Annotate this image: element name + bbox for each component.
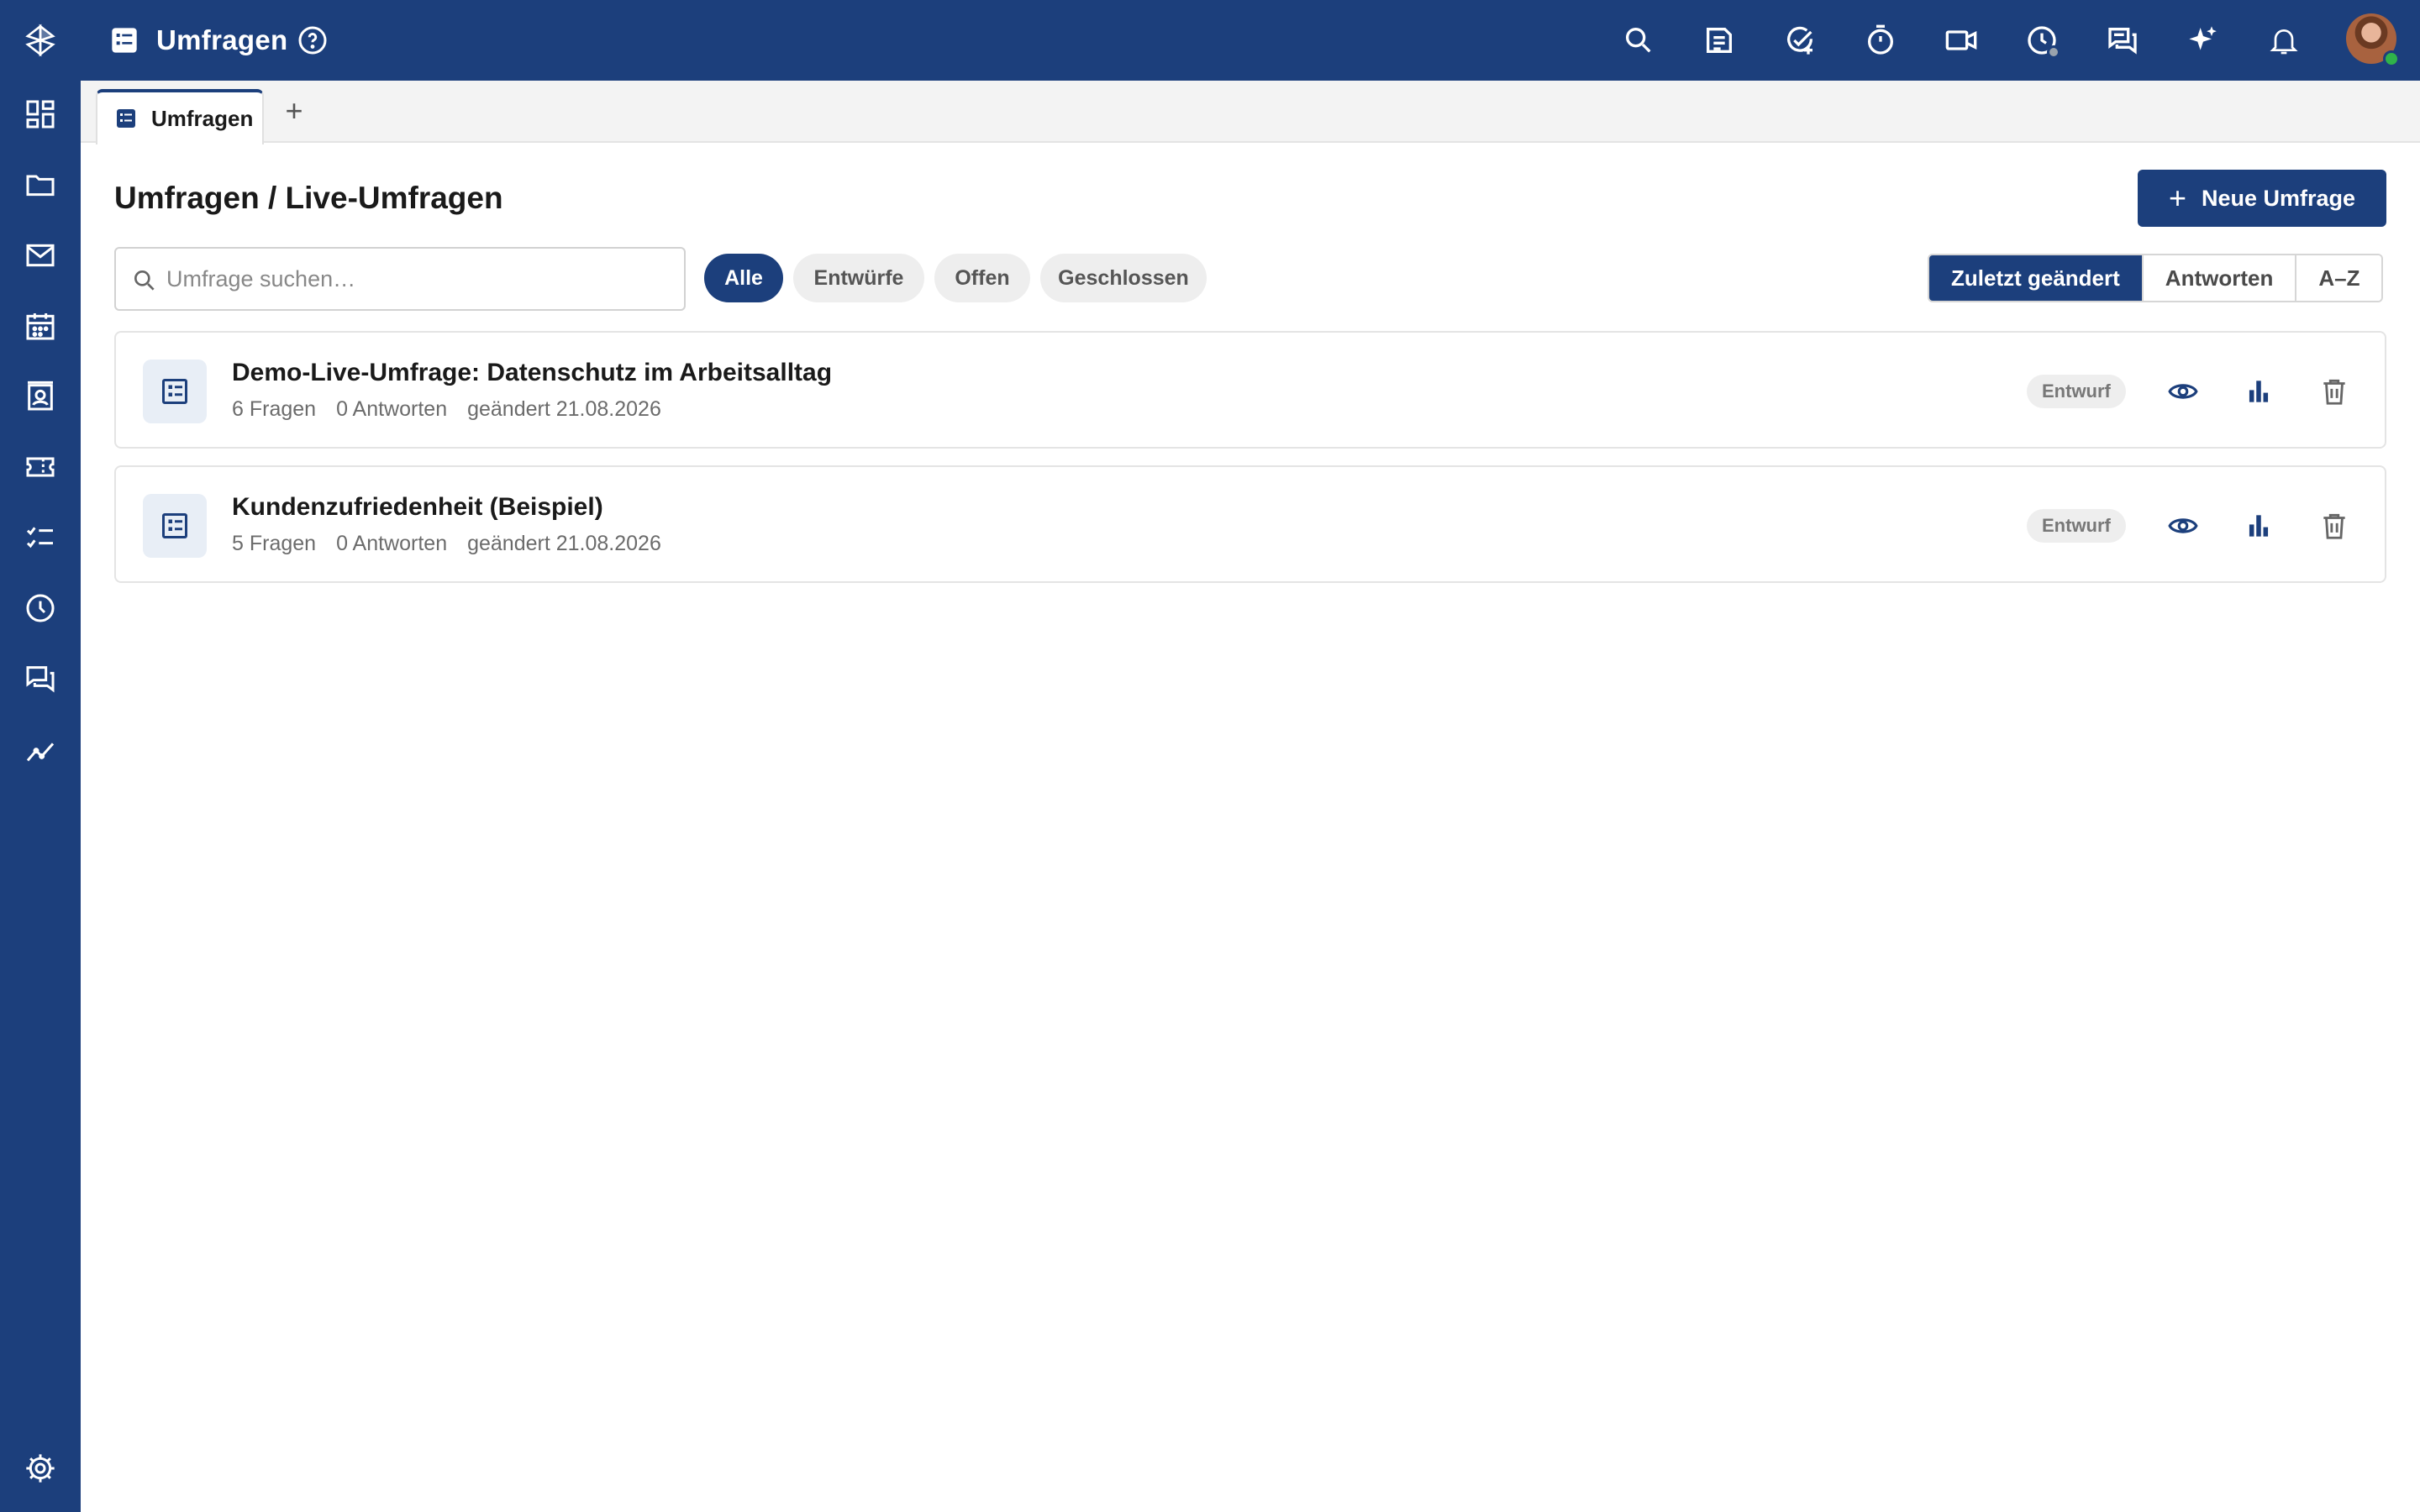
results-chart-icon[interactable] xyxy=(2237,504,2281,548)
results-chart-icon[interactable] xyxy=(2237,370,2281,413)
filter-chip-geschlossen[interactable]: Geschlossen xyxy=(1040,254,1207,302)
tab-strip: Umfragen + xyxy=(81,81,2420,144)
survey-tab-icon xyxy=(117,109,135,128)
survey-title[interactable]: Kundenzufriedenheit (Beispiel) xyxy=(232,491,603,524)
filter-chip-offen[interactable]: Offen xyxy=(934,254,1030,302)
dashboard-icon[interactable] xyxy=(15,89,66,139)
ai-sparkle-icon[interactable] xyxy=(2183,20,2223,60)
new-survey-label: Neue Umfrage xyxy=(2201,185,2356,211)
preview-eye-icon[interactable] xyxy=(2161,504,2205,548)
answer-count: 0 Antworten xyxy=(336,397,448,421)
status-badge: Entwurf xyxy=(2027,509,2126,543)
analytics-icon[interactable] xyxy=(15,724,66,774)
settings-icon[interactable] xyxy=(15,1443,66,1494)
survey-list-icon xyxy=(143,494,207,558)
clock-icon[interactable] xyxy=(15,583,66,633)
survey-card[interactable]: Demo-Live-Umfrage: Datenschutz im Arbeit… xyxy=(114,331,2386,449)
answer-count: 0 Antworten xyxy=(336,532,448,555)
chat-icon[interactable] xyxy=(15,654,66,704)
filter-chip-alle[interactable]: Alle xyxy=(704,254,783,302)
mail-icon[interactable] xyxy=(15,230,66,281)
ticket-icon[interactable] xyxy=(15,442,66,492)
tasks-icon[interactable] xyxy=(15,512,66,563)
survey-meta: 6 Fragen 0 Antworten geändert 21.08.2026 xyxy=(232,395,661,423)
new-survey-button[interactable]: + Neue Umfrage xyxy=(2138,170,2386,227)
changed-date: geändert 21.08.2026 xyxy=(467,397,661,421)
user-avatar[interactable] xyxy=(2346,13,2400,67)
survey-meta: 5 Fragen 0 Antworten geändert 21.08.2026 xyxy=(232,529,661,558)
survey-app-icon xyxy=(112,28,137,53)
survey-search-input[interactable] xyxy=(166,250,671,307)
preview-eye-icon[interactable] xyxy=(2161,370,2205,413)
contacts-icon[interactable] xyxy=(15,371,66,422)
status-dot xyxy=(2047,45,2060,59)
messages-icon[interactable] xyxy=(2102,20,2143,60)
add-tab-button[interactable]: + xyxy=(276,92,313,129)
survey-card[interactable]: Kundenzufriedenheit (Beispiel) 5 Fragen … xyxy=(114,465,2386,583)
folder-icon[interactable] xyxy=(15,160,66,210)
search-box xyxy=(114,247,686,311)
sort-alphabetical[interactable]: A–Z xyxy=(2296,255,2382,301)
status-badge: Entwurf xyxy=(2027,375,2126,408)
plus-icon: + xyxy=(2168,181,2186,215)
survey-list-icon xyxy=(143,360,207,423)
time-status-icon[interactable] xyxy=(2022,20,2062,60)
delete-trash-icon[interactable] xyxy=(2312,504,2356,548)
app-title: Umfragen xyxy=(156,24,288,55)
question-count: 6 Fragen xyxy=(232,397,317,421)
search-field-icon xyxy=(134,270,155,291)
sidebar xyxy=(0,0,81,1512)
search-icon[interactable] xyxy=(1618,20,1659,60)
survey-title[interactable]: Demo-Live-Umfrage: Datenschutz im Arbeit… xyxy=(232,356,832,390)
sort-control: Zuletzt geändert Antworten A–Z xyxy=(1928,254,2384,302)
online-status-dot xyxy=(2383,50,2400,67)
delete-trash-icon[interactable] xyxy=(2312,370,2356,413)
app-switcher-icon[interactable] xyxy=(15,15,66,66)
sort-recently-changed[interactable]: Zuletzt geändert xyxy=(1929,255,2144,301)
video-icon[interactable] xyxy=(1941,20,1981,60)
filter-chip-entwuerfe[interactable]: Entwürfe xyxy=(793,254,924,302)
calendar-icon[interactable] xyxy=(15,301,66,351)
timer-icon[interactable] xyxy=(1860,20,1901,60)
bell-icon[interactable] xyxy=(2264,20,2304,60)
question-count: 5 Fragen xyxy=(232,532,317,555)
changed-date: geändert 21.08.2026 xyxy=(467,532,661,555)
sort-answers[interactable]: Antworten xyxy=(2143,255,2297,301)
task-check-icon[interactable] xyxy=(1780,20,1820,60)
note-icon[interactable] xyxy=(1699,20,1739,60)
page-title: Umfragen / Live-Umfragen xyxy=(114,181,503,215)
tab-label: Umfragen xyxy=(151,105,254,131)
top-header: Umfragen xyxy=(81,0,2420,81)
help-icon[interactable] xyxy=(297,25,328,55)
tab-umfragen[interactable]: Umfragen xyxy=(96,89,264,144)
